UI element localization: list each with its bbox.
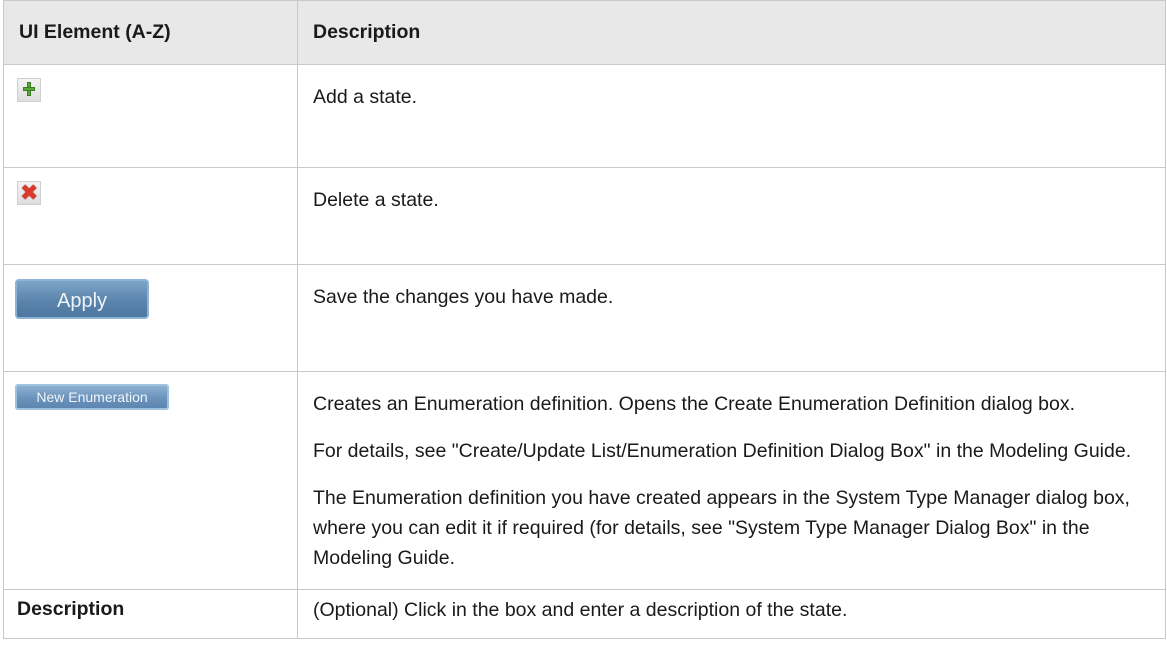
apply-button[interactable]: Apply — [15, 279, 149, 319]
description-cell: Delete a state. — [297, 167, 1166, 265]
description-cell: Add a state. — [297, 64, 1166, 168]
ui-elements-table: UI Element (A-Z) Description Add a state… — [3, 0, 1166, 639]
table-row: New Enumeration Creates an Enumeration d… — [3, 371, 1166, 590]
column-header-ui-element: UI Element (A-Z) — [3, 0, 298, 65]
ui-element-cell: ✖ — [3, 167, 298, 265]
delete-icon[interactable]: ✖ — [17, 181, 41, 206]
description-text: Save the changes you have made. — [313, 286, 614, 308]
table-row: ✖ Delete a state. — [3, 167, 1166, 265]
description-text: (Optional) Click in the box and enter a … — [313, 599, 848, 621]
table-header-row: UI Element (A-Z) Description — [3, 0, 1166, 65]
ui-element-cell: Apply — [3, 264, 298, 372]
description-text: Creates an Enumeration definition. Opens… — [313, 393, 1076, 415]
description-cell: Creates an Enumeration definition. Opens… — [297, 371, 1166, 590]
add-icon[interactable] — [17, 78, 41, 102]
new-enumeration-button[interactable]: New Enumeration — [15, 384, 169, 410]
description-text: Delete a state. — [313, 189, 439, 211]
table-row: Description (Optional) Click in the box … — [3, 589, 1166, 639]
table-row: Apply Save the changes you have made. — [3, 264, 1166, 372]
description-cell: (Optional) Click in the box and enter a … — [297, 589, 1166, 639]
description-cell: Save the changes you have made. — [297, 264, 1166, 372]
table-row: Add a state. — [3, 64, 1166, 168]
ui-element-cell — [3, 64, 298, 168]
description-text: Add a state. — [313, 86, 418, 108]
description-text: For details, see "Create/Update List/Enu… — [313, 440, 1132, 462]
ui-element-cell: Description — [3, 589, 298, 639]
column-header-description: Description — [297, 0, 1166, 65]
ui-element-cell: New Enumeration — [3, 371, 298, 590]
description-text: The Enumeration definition you have crea… — [313, 487, 1130, 569]
